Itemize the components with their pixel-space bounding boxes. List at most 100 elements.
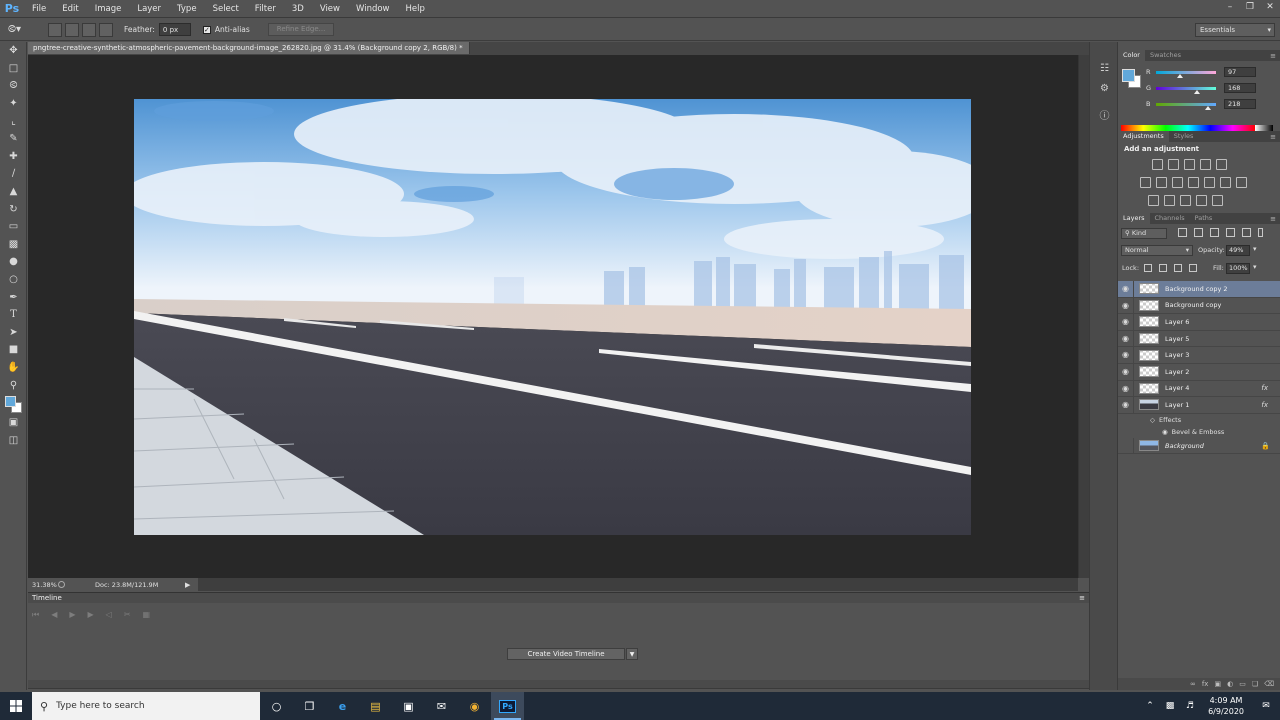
posterize-icon[interactable] (1164, 195, 1175, 206)
layer-fx-badge[interactable]: fx (1261, 384, 1268, 392)
clock[interactable]: 4:09 AM 6/9/2020 (1208, 695, 1244, 717)
exposure-icon[interactable] (1200, 159, 1211, 170)
tab-styles[interactable]: Styles (1169, 131, 1199, 142)
type-tool-icon[interactable]: T (0, 306, 27, 324)
document-image[interactable] (134, 99, 971, 535)
intersect-selection-icon[interactable] (99, 22, 113, 37)
adjustment-filter-icon[interactable] (1194, 228, 1203, 237)
panel-menu-icon[interactable]: ≡ (1270, 215, 1276, 223)
horizontal-scrollbar[interactable] (198, 578, 1078, 591)
vibrance-icon[interactable] (1140, 177, 1151, 188)
menu-filter[interactable]: Filter (247, 0, 284, 18)
layer-name[interactable]: Background (1165, 442, 1204, 450)
lock-position-icon[interactable] (1174, 264, 1182, 272)
transition-icon[interactable]: ▦ (143, 610, 151, 620)
layer-row[interactable]: ◉ Layer 4 fx (1118, 380, 1280, 398)
layer-name[interactable]: Layer 2 (1165, 368, 1189, 376)
microsoft-store-icon[interactable]: ▣ (392, 692, 425, 720)
cortana-icon[interactable]: ○ (260, 692, 293, 720)
slider-knob-r[interactable] (1177, 73, 1183, 78)
lock-transparent-icon[interactable] (1144, 264, 1152, 272)
pen-tool-icon[interactable]: ✒ (0, 288, 27, 306)
visibility-eye-hidden-icon[interactable] (1118, 437, 1134, 454)
layer-name[interactable]: Layer 1 (1165, 401, 1189, 409)
layer-name[interactable]: Layer 3 (1165, 351, 1189, 359)
brightness-contrast-icon[interactable] (1152, 159, 1163, 170)
split-icon[interactable]: ✂ (124, 610, 131, 620)
new-adjustment-icon[interactable]: ◐ (1227, 680, 1233, 688)
slider-r[interactable] (1156, 70, 1216, 78)
visibility-eye-icon[interactable]: ◉ (1118, 380, 1134, 397)
fill-dropdown-icon[interactable]: ▾ (1253, 263, 1257, 271)
play-icon[interactable]: ▶ (69, 610, 75, 620)
close-window-button[interactable]: ✕ (1260, 0, 1280, 14)
visibility-eye-icon[interactable]: ◉ (1118, 314, 1134, 330)
marquee-tool-icon[interactable]: □ (0, 60, 27, 78)
zoom-tool-icon[interactable]: ⚲ (0, 376, 27, 394)
lock-all-icon[interactable] (1189, 264, 1197, 272)
foreground-color[interactable] (5, 395, 16, 407)
slider-knob-b[interactable] (1205, 105, 1211, 110)
brush-tool-icon[interactable]: ∕ (0, 165, 27, 183)
layer-row[interactable]: ◉ Layer 6 (1118, 314, 1280, 331)
stamp-tool-icon[interactable]: ▲ (0, 183, 27, 201)
slider-g[interactable] (1156, 86, 1216, 94)
color-foreground-swatch[interactable] (1122, 69, 1135, 82)
eyedropper-tool-icon[interactable]: ✎ (0, 130, 27, 148)
slider-knob-g[interactable] (1194, 89, 1200, 94)
history-brush-tool-icon[interactable]: ↻ (0, 200, 27, 218)
layer-row[interactable]: ◉ Layer 3 (1118, 347, 1280, 364)
layer-name[interactable]: Background copy 2 (1165, 285, 1228, 293)
add-selection-icon[interactable] (65, 22, 79, 37)
color-balance-icon[interactable] (1172, 177, 1183, 188)
value-b[interactable]: 218 (1224, 99, 1256, 109)
menu-help[interactable]: Help (398, 0, 433, 18)
new-selection-icon[interactable] (48, 22, 62, 37)
layer-row[interactable]: ◉ Layer 5 (1118, 330, 1280, 348)
chevron-up-icon[interactable]: ⌃ (1142, 701, 1158, 711)
chrome-icon[interactable]: ◉ (458, 692, 491, 720)
selective-color-icon[interactable] (1212, 195, 1223, 206)
levels-icon[interactable] (1168, 159, 1179, 170)
visibility-eye-icon[interactable]: ◉ (1118, 330, 1134, 347)
filter-toggle-icon[interactable] (1258, 228, 1263, 237)
panel-menu-icon[interactable]: ≡ (1270, 133, 1276, 141)
crop-tool-icon[interactable]: ⌞ (0, 112, 27, 130)
opacity-dropdown-icon[interactable]: ▾ (1253, 245, 1257, 253)
layer-row[interactable]: ◉ Layer 2 (1118, 363, 1280, 381)
value-r[interactable]: 97 (1224, 67, 1256, 77)
lasso-tool-preset-icon[interactable]: ⧀▾ (8, 24, 30, 35)
invert-icon[interactable] (1148, 195, 1159, 206)
effects-row[interactable]: ◇ Effects (1118, 414, 1280, 426)
photoshop-taskbar-icon[interactable]: Ps (491, 692, 524, 720)
path-select-tool-icon[interactable]: ➤ (0, 324, 27, 342)
layer-name[interactable]: Background copy (1165, 301, 1221, 309)
chevron-down-icon[interactable]: ▼ (626, 648, 638, 660)
menu-view[interactable]: View (312, 0, 348, 18)
menu-3d[interactable]: 3D (284, 0, 312, 18)
add-style-icon[interactable]: fx (1202, 680, 1209, 688)
hue-saturation-icon[interactable] (1156, 177, 1167, 188)
effect-visibility-eye-icon[interactable]: ◉ (1162, 428, 1168, 436)
tab-layers[interactable]: Layers (1118, 213, 1150, 224)
fill-input[interactable]: 100% (1226, 263, 1250, 274)
healing-tool-icon[interactable]: ✚ (0, 148, 27, 166)
visibility-eye-icon[interactable]: ◉ (1118, 363, 1134, 380)
taskbar-search-box[interactable]: ⚲ Type here to search (32, 692, 260, 720)
layer-name[interactable]: Layer 4 (1165, 384, 1189, 392)
visibility-eye-icon[interactable]: ◉ (1118, 281, 1134, 297)
next-frame-icon[interactable]: ▶ (88, 610, 94, 620)
curves-icon[interactable] (1184, 159, 1195, 170)
tab-color[interactable]: Color (1118, 50, 1145, 61)
task-view-icon[interactable]: ❐ (293, 692, 326, 720)
menu-layer[interactable]: Layer (129, 0, 169, 18)
panel-menu-icon[interactable]: ≡ (1270, 52, 1276, 60)
color-lookup-icon[interactable] (1236, 177, 1247, 188)
smart-object-filter-icon[interactable] (1242, 228, 1251, 237)
layer-filter-select[interactable]: ⚲ Kind (1121, 228, 1167, 239)
timeline-title[interactable]: Timeline (32, 594, 62, 602)
properties-icon[interactable]: ⚙ (1090, 78, 1119, 98)
previous-frame-icon[interactable]: ◀ (51, 610, 57, 620)
shape-tool-icon[interactable]: ■ (0, 341, 27, 359)
antialias-checkbox[interactable]: ✓ (202, 25, 211, 34)
